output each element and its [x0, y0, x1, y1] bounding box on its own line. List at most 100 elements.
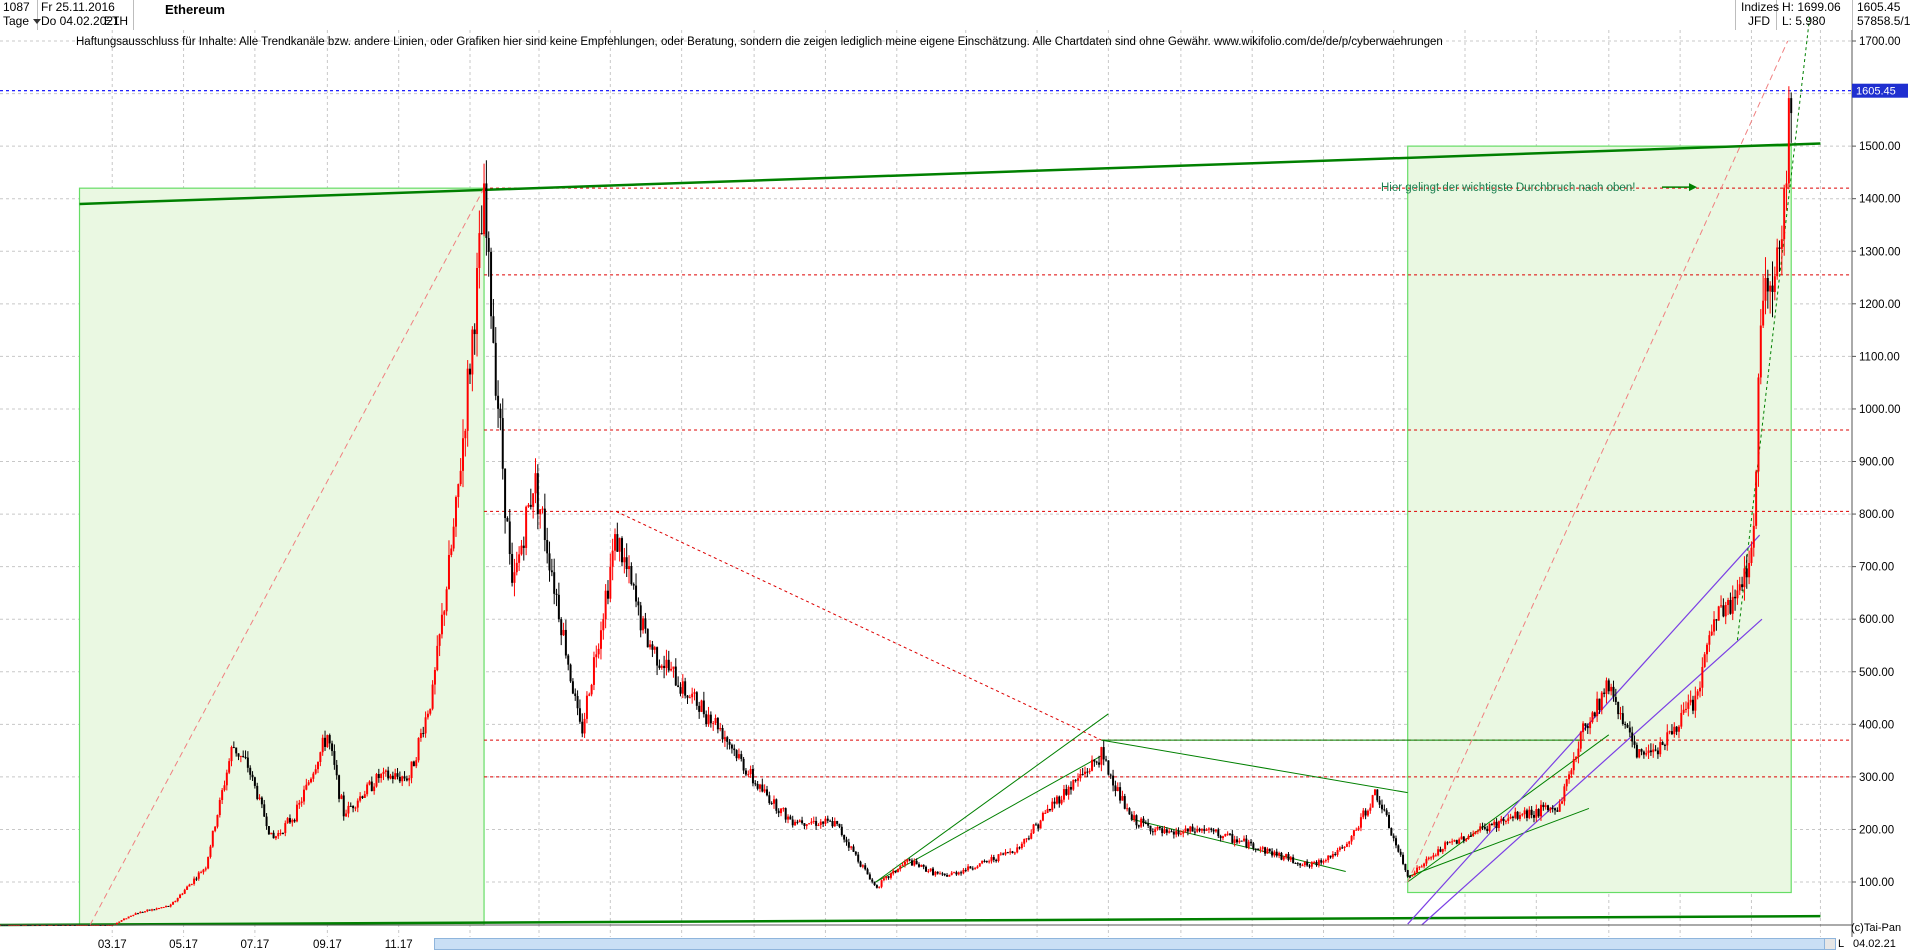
candle-body	[405, 778, 408, 781]
candle-body	[677, 685, 680, 688]
candle-body	[817, 824, 820, 826]
candle-body	[780, 808, 783, 814]
candle-body	[1177, 831, 1180, 835]
candle-body	[763, 789, 766, 792]
time-scrollbar[interactable]	[434, 938, 1836, 950]
candle-body	[812, 820, 815, 822]
candle-body	[1072, 779, 1075, 790]
candle-body	[380, 773, 383, 779]
candle-body	[1324, 860, 1327, 862]
candle-body	[1275, 851, 1278, 856]
candle-body	[971, 868, 974, 870]
footer-bar: L 04.02.21	[0, 937, 1912, 952]
candle-body	[1018, 847, 1021, 849]
candle-body	[1673, 726, 1676, 735]
candle-body	[1034, 824, 1037, 826]
candle-body	[1418, 866, 1421, 868]
chart-header: 1087 Tage Fr 25.11.2016 Do 04.02.2021 ET…	[0, 0, 1912, 30]
high-value: H: 1699.06	[1782, 0, 1841, 14]
candle-body	[1649, 750, 1652, 753]
bar-count-cell[interactable]: 1087 Tage	[0, 0, 42, 30]
candle-body	[1677, 726, 1680, 732]
candle-body	[197, 872, 200, 879]
scrollbar-handle[interactable]	[1824, 939, 1835, 949]
candle-body	[864, 865, 867, 870]
candle-body	[656, 647, 659, 666]
candle-body	[1642, 751, 1645, 755]
candle-body	[1752, 525, 1755, 548]
candle-body	[1549, 807, 1552, 811]
candle-body	[805, 824, 808, 826]
candle-body	[1114, 785, 1117, 792]
scroll-lock-label[interactable]: L	[1838, 937, 1844, 952]
candle-body	[1067, 787, 1070, 795]
candle-body	[698, 705, 701, 712]
candle-body	[590, 684, 593, 695]
candle-body	[225, 772, 228, 786]
candle-body	[1619, 713, 1622, 715]
candle-body	[810, 821, 813, 824]
candle-body	[291, 819, 294, 823]
candle-body	[1523, 810, 1526, 815]
candle-body	[920, 864, 923, 867]
candle-body	[127, 916, 130, 919]
candle-body	[1378, 800, 1381, 805]
interval-select[interactable]: Tage	[3, 14, 42, 29]
candle-body	[1278, 852, 1281, 856]
candle-body	[1266, 848, 1269, 854]
candle-body	[1119, 787, 1122, 801]
candle-body	[761, 784, 764, 792]
candle-body	[1250, 841, 1253, 844]
candle-body	[1715, 619, 1718, 621]
candle-body	[1147, 823, 1150, 826]
candle-body	[499, 408, 502, 419]
candle-body	[403, 776, 406, 779]
candle-body	[429, 708, 432, 714]
candle-body	[726, 737, 729, 742]
candle-body	[962, 869, 965, 874]
candle-body	[284, 823, 287, 834]
candle-body	[616, 534, 619, 552]
candle-body	[927, 870, 930, 872]
candle-body	[611, 550, 614, 567]
candle-body	[1717, 606, 1720, 621]
candle-body	[1516, 811, 1519, 819]
candle-body	[1334, 854, 1337, 856]
candle-body	[728, 741, 731, 745]
candle-body	[1079, 774, 1082, 779]
candle-body	[1081, 774, 1084, 776]
candle-body	[1331, 854, 1334, 858]
candle-body	[1416, 867, 1419, 873]
candle-body	[1376, 789, 1379, 801]
candle-body	[915, 860, 918, 865]
y-tick-label: 1300.00	[1859, 246, 1901, 258]
candle-body	[438, 634, 441, 646]
candle-body	[892, 870, 895, 874]
candle-body	[1030, 833, 1033, 839]
candle-body	[1762, 300, 1765, 326]
candle-body	[1724, 605, 1727, 617]
candle-body	[272, 832, 275, 839]
candle-body	[310, 778, 313, 783]
candle-body	[1322, 861, 1325, 863]
candle-body	[1621, 713, 1624, 725]
candle-body	[1182, 831, 1185, 834]
candle-body	[422, 733, 425, 735]
candle-body	[604, 590, 607, 620]
candle-body	[333, 751, 336, 765]
candle-body	[223, 785, 226, 791]
candle-body	[134, 913, 137, 915]
candle-body	[1544, 805, 1547, 808]
y-tick-label: 200.00	[1859, 824, 1894, 836]
candle-body	[1086, 771, 1089, 773]
candle-body	[1476, 830, 1479, 832]
candle-body	[875, 885, 878, 888]
candle-body	[960, 872, 963, 874]
y-tick-label: 700.00	[1859, 562, 1894, 574]
candle-body	[1437, 849, 1440, 856]
candle-body	[1247, 841, 1250, 848]
candle-body	[1062, 789, 1065, 800]
market-cell: Indizes JFD	[1735, 0, 1779, 30]
candle-body	[733, 748, 736, 751]
candle-body	[202, 869, 205, 873]
